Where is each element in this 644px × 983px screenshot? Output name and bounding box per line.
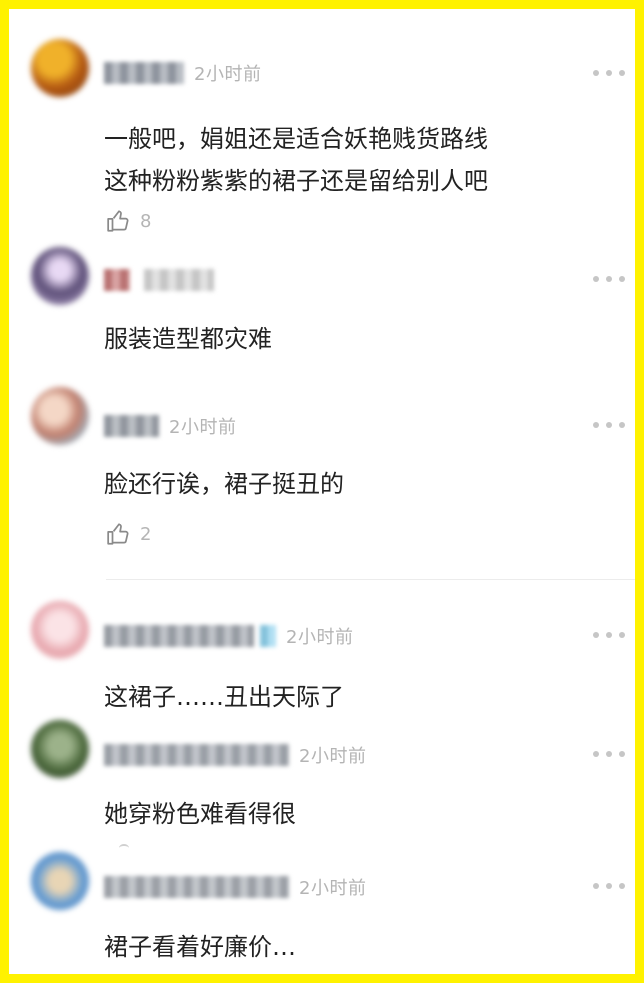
comment-item: 服装造型都灾难 (9, 239, 635, 369)
avatar[interactable] (31, 387, 89, 445)
screenshot-frame: 2小时前 一般吧，娟姐还是适合妖艳贱货路线 这种粉粉紫紫的裙子还是留给别人吧 8… (0, 0, 644, 983)
username-blurred (260, 625, 276, 647)
avatar[interactable] (31, 852, 89, 910)
more-dots-icon[interactable] (593, 746, 625, 762)
username-blurred[interactable] (104, 415, 159, 437)
like-count: 8 (140, 210, 152, 232)
avatar[interactable] (31, 720, 89, 778)
username-blurred[interactable] (104, 62, 184, 84)
more-dots-icon[interactable] (593, 271, 625, 287)
more-dots-icon[interactable] (593, 417, 625, 433)
more-dots-icon[interactable] (593, 627, 625, 643)
comment-time: 2小时前 (194, 64, 262, 85)
comment-meta: 2小时前 (104, 621, 353, 651)
comment-meta: 2小时前 (104, 872, 366, 902)
comment-meta: 2小时前 (104, 740, 366, 770)
username-blurred[interactable] (104, 876, 289, 898)
comment-item: 2小时前 这裙子……丑出天际了 (9, 589, 635, 719)
avatar[interactable] (31, 247, 89, 305)
more-dots-icon[interactable] (593, 878, 625, 894)
more-dots-icon[interactable] (593, 65, 625, 81)
like-count: 2 (140, 523, 152, 545)
comment-text-line: 服装造型都灾难 (104, 325, 272, 353)
comment-text-line: 裙子看着好廉价… (104, 933, 296, 961)
comment-time: 2小时前 (299, 878, 367, 899)
comment-text-line: 这种粉粉紫紫的裙子还是留给别人吧 (104, 167, 488, 195)
comment-text-line: 脸还行诶，裙子挺丑的 (104, 470, 344, 498)
comment-item: 2小时前 她穿粉色难看得很 (9, 714, 635, 834)
thumbs-up-icon (107, 523, 129, 545)
comment-time: 2小时前 (286, 627, 354, 648)
comment-text-line: 一般吧，娟姐还是适合妖艳贱货路线 (104, 125, 488, 153)
comment-meta: 2小时前 (104, 58, 261, 88)
comment-item: 2小时前 一般吧，娟姐还是适合妖艳贱货路线 这种粉粉紫紫的裙子还是留给别人吧 8 (9, 9, 635, 249)
username-blurred[interactable] (104, 744, 289, 766)
comment-meta (104, 265, 224, 295)
comment-text-line: 她穿粉色难看得很 (104, 800, 296, 828)
like-button[interactable]: 2 (106, 519, 151, 549)
comment-text-line: 这裙子……丑出天际了 (104, 683, 344, 711)
username-blurred[interactable] (104, 625, 254, 647)
comment-time: 2小时前 (169, 417, 237, 438)
username-blurred (144, 269, 214, 291)
comment-meta: 2小时前 (104, 411, 236, 441)
divider (106, 579, 635, 580)
thumbs-up-icon (107, 210, 129, 232)
avatar[interactable] (31, 39, 89, 97)
comment-item: 2小时前 脸还行诶，裙子挺丑的 2 (9, 379, 635, 579)
avatar[interactable] (31, 601, 89, 659)
like-button[interactable]: 8 (106, 206, 151, 236)
username-blurred[interactable] (104, 269, 130, 291)
comment-time: 2小时前 (299, 746, 367, 767)
comment-item: 2小时前 裙子看着好廉价… (9, 844, 635, 974)
